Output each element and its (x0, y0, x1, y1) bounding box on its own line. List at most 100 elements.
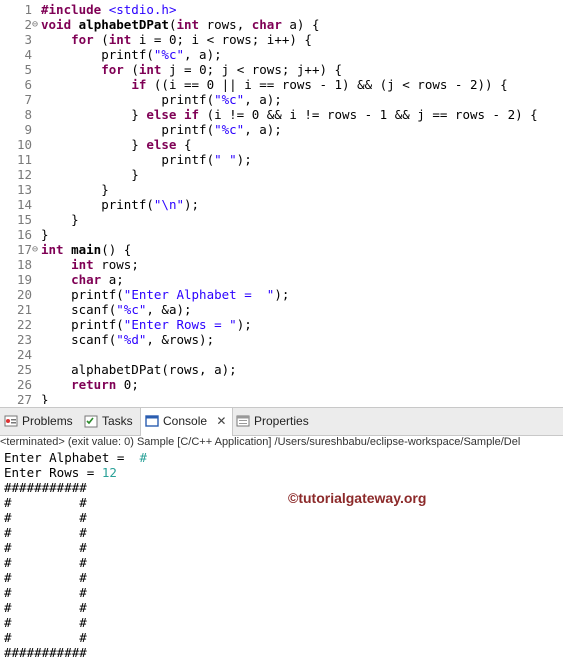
tab-console[interactable]: Console ✕ (140, 408, 234, 436)
code-token: printf( (41, 92, 215, 107)
code-line[interactable]: 17 ⊖ int main() { (0, 242, 563, 257)
code-text: } (41, 167, 139, 182)
output-line: # # (4, 540, 87, 555)
code-token: "%c" (214, 92, 245, 107)
code-token: ); (184, 197, 200, 212)
code-line[interactable]: 2 ⊖ void alphabetDPat(int rows, char a) { (0, 17, 563, 32)
code-line[interactable]: 12 } (0, 167, 563, 182)
code-line[interactable]: 23 scanf("%d", &rows); (0, 332, 563, 347)
output-line: # # (4, 525, 87, 540)
tab-properties[interactable]: Properties (236, 408, 309, 435)
line-number: 12 (16, 167, 32, 182)
code-text: printf("Enter Rows = "); (41, 317, 252, 332)
line-number: 21 (16, 302, 32, 317)
line-number: 19 (16, 272, 32, 287)
code-token: { (184, 137, 192, 152)
code-token: ( (131, 62, 139, 77)
code-token: } (41, 167, 139, 182)
line-number: 25 (16, 362, 32, 377)
code-token: a) { (289, 17, 320, 32)
console-output[interactable]: Enter Alphabet = # Enter Rows = 12 #####… (0, 450, 563, 664)
tab-problems[interactable]: Problems (4, 408, 73, 435)
console-icon (145, 411, 159, 427)
code-line[interactable]: 11 printf(" "); (0, 152, 563, 167)
code-text: printf(" "); (41, 152, 251, 167)
line-number: 1 (24, 2, 32, 17)
tab-tasks[interactable]: Tasks (84, 408, 133, 435)
code-token: ((i == 0 || i == rows - 1) && (j < rows … (153, 77, 508, 92)
close-icon[interactable]: ✕ (216, 414, 226, 428)
fold-toggle-icon[interactable]: ⊖ (32, 17, 40, 32)
code-token: scanf( (41, 302, 117, 317)
code-token: , a); (244, 92, 282, 107)
code-line[interactable]: 8 } else if (i != 0 && i != rows - 1 && … (0, 107, 563, 122)
prompt-rows-text: Enter Rows = (4, 465, 102, 480)
line-number: 2 (24, 17, 32, 32)
code-line[interactable]: 15 } (0, 212, 563, 227)
line-number: 9 (24, 122, 32, 137)
code-token: , &rows); (146, 332, 215, 347)
code-token: "Enter Rows = " (123, 317, 237, 332)
line-number: 14 (16, 197, 32, 212)
code-text: } (41, 392, 49, 404)
code-line[interactable]: 3 for (int i = 0; i < rows; i++) { (0, 32, 563, 47)
code-line[interactable]: 20 printf("Enter Alphabet = "); (0, 287, 563, 302)
code-line[interactable]: 5 for (int j = 0; j < rows; j++) { (0, 62, 563, 77)
code-editor[interactable]: 1 #include <stdio.h> 2 ⊖ void alphabetDPat(i… (0, 0, 563, 404)
code-token: printf( (41, 122, 215, 137)
output-line: # # (4, 585, 87, 600)
code-line[interactable]: 4 printf("%c", a); (0, 47, 563, 62)
code-text: } (41, 212, 79, 227)
code-line[interactable]: 6 if ((i == 0 || i == rows - 1) && (j < … (0, 77, 563, 92)
code-line[interactable]: 24 (0, 347, 563, 362)
output-line: ########### (4, 645, 87, 660)
line-number: 27 (16, 392, 32, 404)
code-line[interactable]: 21 scanf("%c", &a); (0, 302, 563, 317)
code-token: (i != 0 && i != rows - 1 && j == rows - … (206, 107, 538, 122)
code-text: } (41, 182, 109, 197)
code-text: } else { (41, 137, 192, 152)
code-line[interactable]: 14 printf("\n"); (0, 197, 563, 212)
code-line[interactable]: 1 #include <stdio.h> (0, 2, 563, 17)
code-line[interactable]: 22 printf("Enter Rows = "); (0, 317, 563, 332)
code-line[interactable]: 9 printf("%c", a); (0, 122, 563, 137)
console-status: <terminated> (exit value: 0) Sample [C/C… (0, 436, 521, 448)
code-line[interactable]: 16} (0, 227, 563, 242)
code-text: int main() { (41, 242, 131, 257)
line-number: 15 (16, 212, 32, 227)
code-token: int (71, 257, 102, 272)
code-text: void alphabetDPat(int rows, char a) { (41, 17, 320, 32)
code-token: int (176, 17, 207, 32)
tab-console-label: Console (163, 414, 208, 428)
code-token: ( (101, 32, 109, 47)
code-token: i = 0; i < rows; i++) { (138, 32, 312, 47)
code-line[interactable]: 19 char a; (0, 272, 563, 287)
code-text: scanf("%d", &rows); (41, 332, 214, 347)
code-token: printf( (41, 152, 215, 167)
code-line[interactable]: 7 printf("%c", a); (0, 92, 563, 107)
code-line[interactable]: 26 return 0; (0, 377, 563, 392)
code-text: } (41, 227, 49, 242)
code-token: "%c" (214, 122, 245, 137)
output-line: # # (4, 495, 87, 510)
code-line[interactable]: 13 } (0, 182, 563, 197)
code-line[interactable]: 10 } else { (0, 137, 563, 152)
code-token: else (146, 137, 184, 152)
code-line[interactable]: 25 alphabetDPat(rows, a); (0, 362, 563, 377)
code-token: printf( (41, 47, 154, 62)
code-line[interactable]: 18 int rows; (0, 257, 563, 272)
code-token: rows, (206, 17, 252, 32)
code-token: , a); (184, 47, 222, 62)
code-text: printf("%c", a); (41, 47, 222, 62)
code-token: alphabetDPat (78, 17, 169, 32)
code-text: if ((i == 0 || i == rows - 1) && (j < ro… (41, 77, 508, 92)
console-prompt-rows: Enter Rows = 12 (4, 465, 117, 480)
prompt-alphabet-text: Enter Alphabet = (4, 450, 140, 465)
code-token: j = 0; j < rows; j++) { (168, 62, 343, 77)
line-number: 10 (16, 137, 32, 152)
fold-toggle-icon[interactable]: ⊖ (32, 242, 40, 257)
code-line[interactable]: 27} (0, 392, 563, 404)
